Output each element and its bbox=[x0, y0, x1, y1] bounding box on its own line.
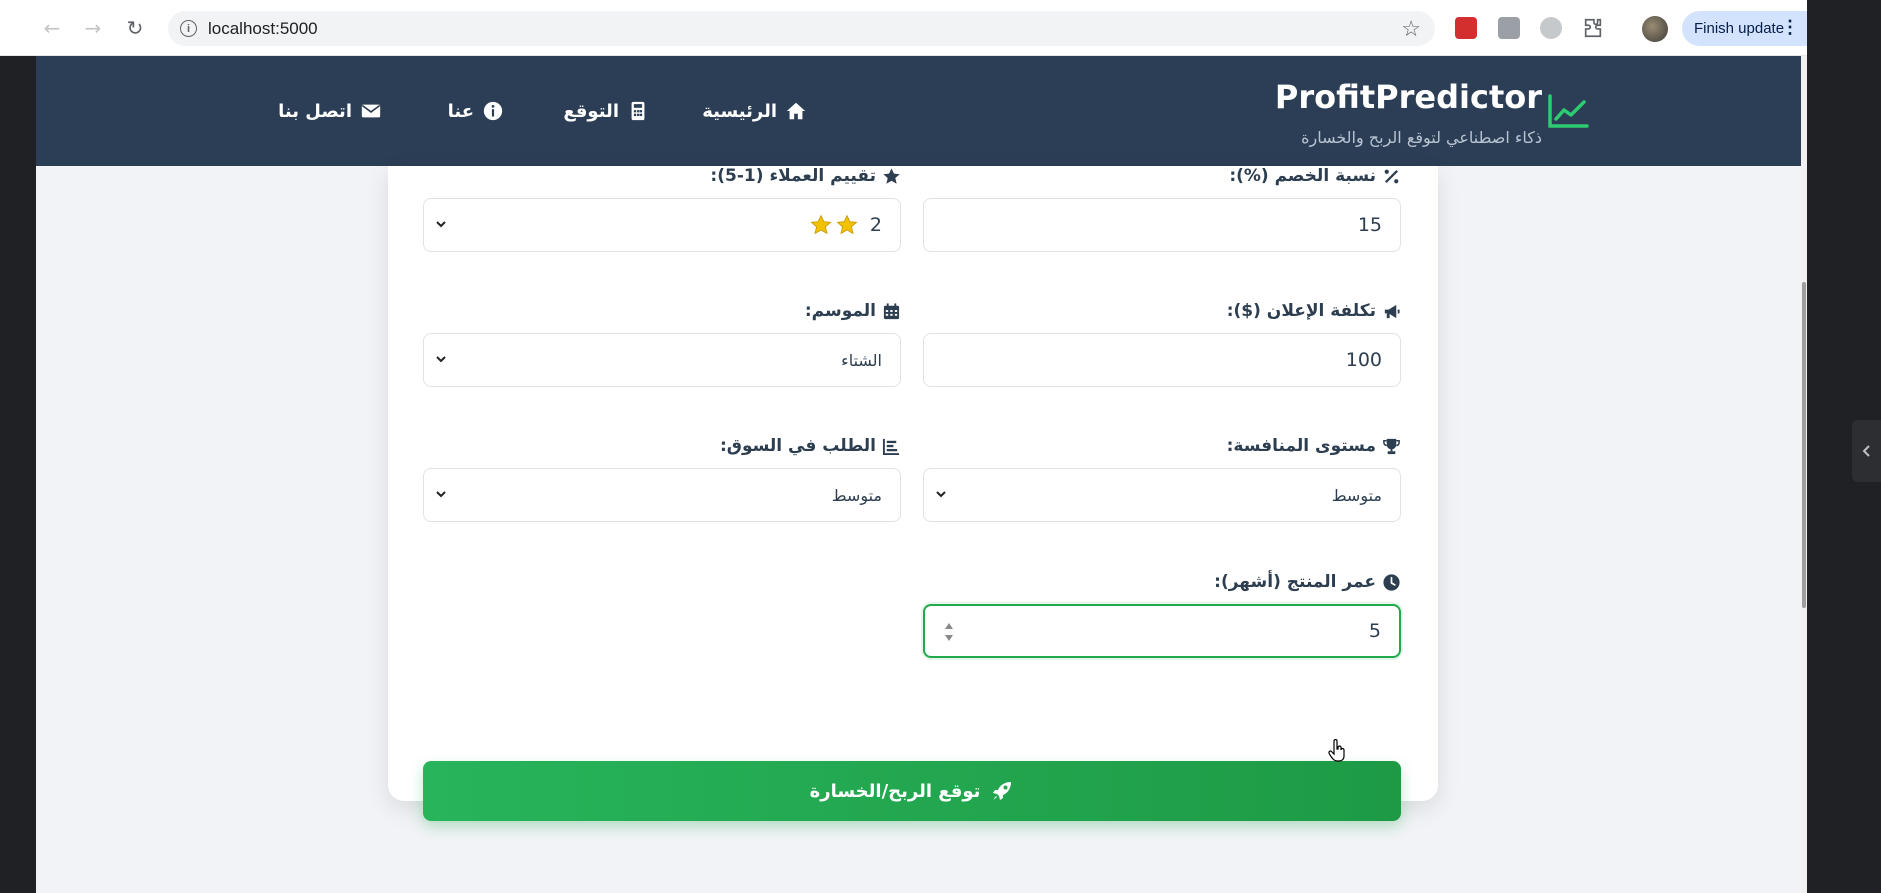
chevron-left-icon bbox=[1862, 445, 1870, 457]
discount-value: 15 bbox=[1357, 214, 1382, 236]
competition-field: مستوى المنافسة: متوسط bbox=[923, 434, 1401, 522]
competition-label-text: مستوى المنافسة: bbox=[1226, 436, 1376, 456]
season-value: الشتاء bbox=[841, 350, 882, 370]
chevron-down-icon bbox=[936, 491, 946, 498]
pointer-cursor-icon bbox=[1328, 739, 1345, 762]
discount-label-text: نسبة الخصم (%): bbox=[1229, 166, 1376, 186]
extension-icon[interactable] bbox=[1498, 17, 1520, 39]
season-select[interactable]: الشتاء bbox=[423, 333, 901, 387]
nav-contact-label: اتصل بنا bbox=[278, 100, 352, 122]
predict-button-label: توقع الربح/الخسارة bbox=[809, 780, 981, 802]
chevron-down-icon bbox=[436, 491, 446, 498]
percent-icon bbox=[1384, 169, 1399, 183]
rating-value: 2 bbox=[869, 214, 882, 236]
finish-update-button[interactable]: Finish update ⋮ bbox=[1682, 11, 1807, 46]
chevron-down-icon bbox=[436, 356, 446, 363]
url-text: localhost:5000 bbox=[208, 18, 318, 38]
trophy-icon bbox=[1383, 438, 1400, 454]
rating-stars bbox=[810, 214, 862, 236]
discount-input[interactable]: 15 bbox=[923, 198, 1401, 252]
demand-label: الطلب في السوق: bbox=[423, 434, 901, 458]
product-age-label: عمر المنتج (أشهر): bbox=[923, 570, 1401, 594]
app-header: ProfitPredictor ذكاء اصطناعي لتوقع الربح… bbox=[36, 56, 1801, 166]
brand-subtitle: ذكاء اصطناعي لتوقع الربح والخسارة bbox=[1301, 128, 1542, 147]
envelope-icon bbox=[361, 104, 381, 118]
gold-star-icon bbox=[836, 214, 858, 235]
demand-select[interactable]: متوسط bbox=[423, 468, 901, 522]
calculator-icon bbox=[631, 101, 645, 121]
ad-cost-value: 100 bbox=[1345, 349, 1382, 371]
finish-update-label: Finish update bbox=[1694, 20, 1785, 37]
clock-icon bbox=[1383, 573, 1400, 591]
nav-predict-label: التوقع bbox=[563, 100, 619, 122]
extensions-puzzle-icon[interactable] bbox=[1582, 17, 1604, 39]
back-button[interactable]: ← bbox=[38, 14, 66, 42]
gold-star-icon bbox=[810, 214, 832, 235]
rating-label: تقييم العملاء (1-5): bbox=[423, 164, 901, 188]
info-circle-icon bbox=[483, 101, 503, 121]
nav-contact[interactable]: اتصل بنا bbox=[278, 100, 382, 122]
side-panel-toggle[interactable] bbox=[1852, 420, 1881, 482]
site-info-icon[interactable]: i bbox=[180, 20, 197, 37]
season-label: الموسم: bbox=[423, 299, 901, 323]
rating-field: تقييم العملاء (1-5): 2 bbox=[423, 164, 901, 252]
nav-about[interactable]: عنا bbox=[448, 100, 504, 122]
home-icon bbox=[786, 102, 806, 120]
star-icon bbox=[883, 167, 900, 184]
competition-select[interactable]: متوسط bbox=[923, 468, 1401, 522]
chevron-down-icon bbox=[436, 221, 446, 228]
ad-cost-field: تكلفة الإعلان ($): 100 bbox=[923, 299, 1401, 387]
browser-toolbar: ← → ↻ i localhost:5000 ☆ Finish update ⋮ bbox=[0, 0, 1807, 56]
address-bar[interactable]: i localhost:5000 ☆ bbox=[168, 11, 1435, 46]
forward-button[interactable]: → bbox=[79, 14, 107, 42]
discount-field: نسبة الخصم (%): 15 bbox=[923, 164, 1401, 252]
number-spinner-icon[interactable] bbox=[943, 620, 955, 644]
prediction-form-card: نسبة الخصم (%): 15 تقييم العملاء (1-5): … bbox=[388, 164, 1438, 821]
demand-value: متوسط bbox=[831, 485, 882, 505]
season-field: الموسم: الشتاء bbox=[423, 299, 901, 387]
profile-avatar[interactable] bbox=[1642, 16, 1668, 42]
nav-home[interactable]: الرئيسية bbox=[702, 100, 807, 122]
ad-cost-input[interactable]: 100 bbox=[923, 333, 1401, 387]
demand-label-text: الطلب في السوق: bbox=[719, 436, 876, 456]
brand-title[interactable]: ProfitPredictor bbox=[1275, 78, 1542, 116]
demand-field: الطلب في السوق: متوسط bbox=[423, 434, 901, 522]
more-menu-icon[interactable]: ⋮ bbox=[1781, 17, 1799, 38]
mendeley-extension-icon[interactable] bbox=[1455, 17, 1477, 39]
extension-icon-2[interactable] bbox=[1540, 17, 1562, 39]
ad-cost-label: تكلفة الإعلان ($): bbox=[923, 299, 1401, 323]
bar-chart-icon bbox=[882, 438, 900, 455]
competition-value: متوسط bbox=[1331, 485, 1382, 505]
megaphone-icon bbox=[1384, 304, 1400, 318]
calendar-icon bbox=[883, 302, 900, 319]
nav-about-label: عنا bbox=[447, 100, 474, 122]
page-viewport: ProfitPredictor ذكاء اصطناعي لتوقع الربح… bbox=[36, 56, 1807, 893]
product-age-field: عمر المنتج (أشهر): 5 bbox=[923, 570, 1401, 658]
rating-select[interactable]: 2 bbox=[423, 198, 901, 252]
season-label-text: الموسم: bbox=[804, 301, 876, 321]
discount-label: نسبة الخصم (%): bbox=[923, 164, 1401, 188]
page-scrollbar-thumb[interactable] bbox=[1802, 282, 1806, 608]
product-age-label-text: عمر المنتج (أشهر): bbox=[1214, 572, 1376, 592]
rating-label-text: تقييم العملاء (1-5): bbox=[710, 166, 876, 186]
bookmark-star-icon[interactable]: ☆ bbox=[1401, 16, 1421, 42]
product-age-input[interactable]: 5 bbox=[923, 604, 1401, 658]
competition-label: مستوى المنافسة: bbox=[923, 434, 1401, 458]
nav-home-label: الرئيسية bbox=[702, 100, 777, 122]
rocket-icon bbox=[993, 782, 1012, 800]
predict-button[interactable]: توقع الربح/الخسارة bbox=[423, 761, 1401, 821]
nav-predict[interactable]: التوقع bbox=[563, 100, 649, 122]
reload-button[interactable]: ↻ bbox=[121, 14, 149, 42]
ad-cost-label-text: تكلفة الإعلان ($): bbox=[1226, 301, 1376, 321]
chart-line-icon bbox=[1548, 94, 1589, 128]
product-age-value: 5 bbox=[1368, 620, 1381, 642]
